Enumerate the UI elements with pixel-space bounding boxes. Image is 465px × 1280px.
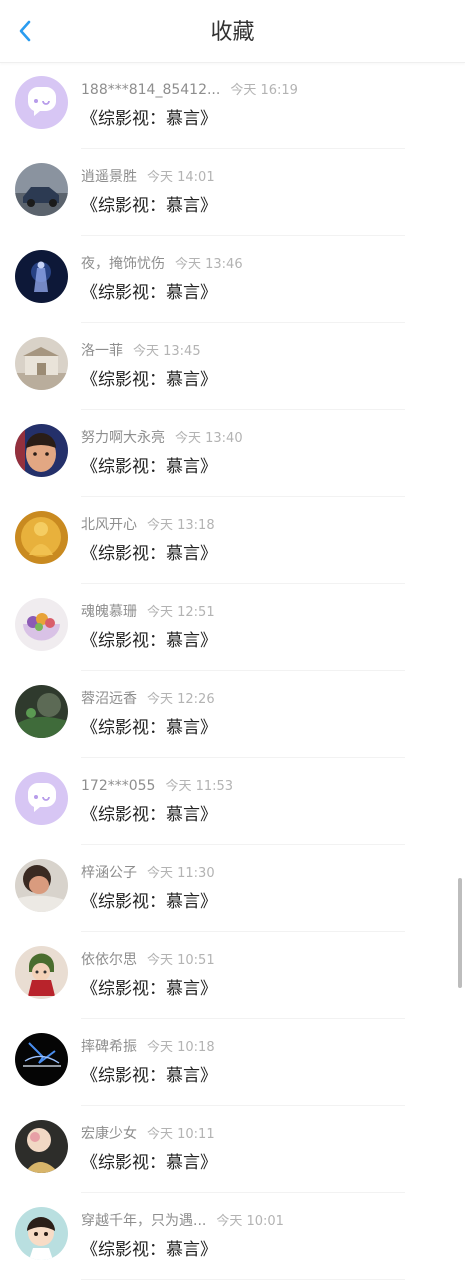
item-meta: 172***055 今天 11:53	[81, 775, 233, 795]
book-title: 《综影视：慕言》	[81, 631, 217, 651]
username: 172***055	[81, 778, 156, 794]
list-item[interactable]: 蓉沼远香 今天 12:26 《综影视：慕言》	[0, 671, 465, 758]
username: 努力啊大永亮	[81, 430, 165, 446]
avatar[interactable]	[15, 76, 68, 129]
book-title: 《综影视：慕言》	[81, 892, 217, 912]
item-meta: 努力啊大永亮 今天 13:40	[81, 427, 243, 447]
list-item[interactable]: 魂魄慕珊 今天 12:51 《综影视：慕言》	[0, 584, 465, 671]
timestamp: 今天 13:46	[175, 257, 243, 272]
username: 宏康少女	[81, 1126, 137, 1142]
avatar[interactable]	[15, 1033, 68, 1086]
item-meta: 魂魄慕珊 今天 12:51	[81, 601, 215, 621]
book-title: 《综影视：慕言》	[81, 979, 217, 999]
book-title: 《综影视：慕言》	[81, 196, 217, 216]
avatar[interactable]	[15, 598, 68, 651]
list-item[interactable]: 依依尔思 今天 10:51 《综影视：慕言》	[0, 932, 465, 1019]
item-meta: 梓涵公子 今天 11:30	[81, 862, 215, 882]
timestamp: 今天 11:30	[147, 866, 215, 881]
item-meta: 逍遥景胜 今天 14:01	[81, 166, 215, 186]
book-title: 《综影视：慕言》	[81, 544, 217, 564]
book-title: 《综影视：慕言》	[81, 1066, 217, 1086]
book-title: 《综影视：慕言》	[81, 457, 217, 477]
book-title: 《综影视：慕言》	[81, 370, 217, 390]
username: 蓉沼远香	[81, 691, 137, 707]
item-meta: 摔碑希振 今天 10:18	[81, 1036, 215, 1056]
timestamp: 今天 10:18	[147, 1040, 215, 1055]
item-meta: 北风开心 今天 13:18	[81, 514, 215, 534]
username: 依依尔思	[81, 952, 137, 968]
item-meta: 洛一菲 今天 13:45	[81, 340, 201, 360]
list-item[interactable]: 宏康少女 今天 10:11 《综影视：慕言》	[0, 1106, 465, 1193]
list-item[interactable]: 北风开心 今天 13:18 《综影视：慕言》	[0, 497, 465, 584]
timestamp: 今天 16:19	[230, 83, 298, 98]
timestamp: 今天 12:26	[147, 692, 215, 707]
username: 穿越千年，只为遇...	[81, 1213, 207, 1229]
list-item[interactable]: 逍遥景胜 今天 14:01 《综影视：慕言》	[0, 149, 465, 236]
timestamp: 今天 10:51	[147, 953, 215, 968]
username: 洛一菲	[81, 343, 123, 359]
list-item[interactable]: 188***814_85412... 今天 16:19 《综影视：慕言》	[0, 62, 465, 149]
avatar[interactable]	[15, 1207, 68, 1260]
avatar[interactable]	[15, 1120, 68, 1173]
timestamp: 今天 11:53	[165, 779, 234, 794]
avatar[interactable]	[15, 685, 68, 738]
username: 北风开心	[81, 517, 137, 533]
username: 梓涵公子	[81, 865, 137, 881]
avatar[interactable]	[15, 337, 68, 390]
avatar[interactable]	[15, 424, 68, 477]
item-meta: 188***814_85412... 今天 16:19	[81, 79, 298, 99]
avatar[interactable]	[15, 946, 68, 999]
timestamp: 今天 14:01	[147, 170, 215, 185]
avatar[interactable]	[15, 250, 68, 303]
timestamp: 今天 10:01	[216, 1214, 284, 1229]
avatar[interactable]	[15, 859, 68, 912]
item-meta: 蓉沼远香 今天 12:26	[81, 688, 215, 708]
avatar[interactable]	[15, 772, 68, 825]
list-item[interactable]: 172***055 今天 11:53 《综影视：慕言》	[0, 758, 465, 845]
timestamp: 今天 13:40	[175, 431, 243, 446]
item-meta: 依依尔思 今天 10:51	[81, 949, 215, 969]
username: 188***814_85412...	[81, 82, 221, 98]
list-item[interactable]: 努力啊大永亮 今天 13:40 《综影视：慕言》	[0, 410, 465, 497]
avatar[interactable]	[15, 511, 68, 564]
username: 夜，掩饰忧伤	[81, 256, 165, 272]
top-bar: 收藏	[0, 0, 465, 63]
timestamp: 今天 13:45	[133, 344, 201, 359]
username: 魂魄慕珊	[81, 604, 137, 620]
list-item[interactable]: 梓涵公子 今天 11:30 《综影视：慕言》	[0, 845, 465, 932]
timestamp: 今天 10:11	[147, 1127, 215, 1142]
timestamp: 今天 13:18	[147, 518, 215, 533]
book-title: 《综影视：慕言》	[81, 109, 217, 129]
book-title: 《综影视：慕言》	[81, 718, 217, 738]
timestamp: 今天 12:51	[147, 605, 215, 620]
book-title: 《综影视：慕言》	[81, 805, 217, 825]
book-title: 《综影视：慕言》	[81, 1240, 217, 1260]
list-item[interactable]: 夜，掩饰忧伤 今天 13:46 《综影视：慕言》	[0, 236, 465, 323]
avatar[interactable]	[15, 163, 68, 216]
username: 摔碑希振	[81, 1039, 137, 1055]
item-meta: 穿越千年，只为遇... 今天 10:01	[81, 1210, 284, 1230]
username: 逍遥景胜	[81, 169, 137, 185]
favorites-list: 188***814_85412... 今天 16:19 《综影视：慕言》 逍遥景胜…	[0, 62, 465, 1280]
scrollbar[interactable]	[458, 878, 462, 988]
book-title: 《综影视：慕言》	[81, 1153, 217, 1173]
list-item[interactable]: 穿越千年，只为遇... 今天 10:01 《综影视：慕言》	[0, 1193, 465, 1280]
list-item[interactable]: 摔碑希振 今天 10:18 《综影视：慕言》	[0, 1019, 465, 1106]
book-title: 《综影视：慕言》	[81, 283, 217, 303]
page-title: 收藏	[210, 20, 255, 45]
list-item[interactable]: 洛一菲 今天 13:45 《综影视：慕言》	[0, 323, 465, 410]
item-meta: 夜，掩饰忧伤 今天 13:46	[81, 253, 243, 273]
item-meta: 宏康少女 今天 10:11	[81, 1123, 215, 1143]
